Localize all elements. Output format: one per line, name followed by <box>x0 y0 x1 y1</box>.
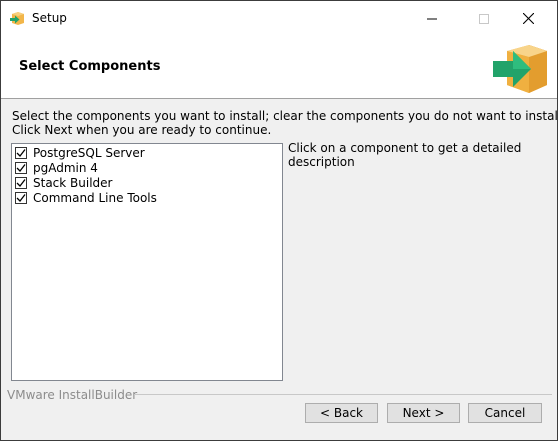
close-button[interactable] <box>505 1 551 36</box>
window-title: Setup <box>32 11 67 25</box>
checkmark-icon <box>16 163 26 172</box>
maximize-button[interactable] <box>461 1 507 36</box>
checkbox-pgadmin-4[interactable] <box>15 161 27 174</box>
component-item-command-line-tools[interactable]: Command Line Tools <box>15 190 157 205</box>
component-item-postgresql-server[interactable]: PostgreSQL Server <box>15 145 145 160</box>
next-button[interactable]: Next > <box>387 403 460 423</box>
close-icon <box>522 13 534 24</box>
checkmark-icon <box>16 148 26 157</box>
checkbox-command-line-tools[interactable] <box>15 191 27 204</box>
component-label: PostgreSQL Server <box>33 145 145 160</box>
page-title: Select Components <box>19 59 161 74</box>
cancel-button[interactable]: Cancel <box>468 403 542 423</box>
title-bar[interactable]: Setup <box>1 1 557 36</box>
component-list[interactable]: PostgreSQL Server pgAdmin 4 Stack Builde… <box>11 143 283 381</box>
footer-divider <box>134 394 552 395</box>
component-label: Stack Builder <box>33 175 113 190</box>
instructions-text: Select the components you want to instal… <box>12 109 558 137</box>
checkbox-postgresql-server[interactable] <box>15 146 27 159</box>
minimize-button[interactable] <box>409 1 455 36</box>
installer-brand: VMware InstallBuilder <box>7 388 138 402</box>
checkmark-icon <box>16 193 26 202</box>
component-item-pgadmin-4[interactable]: pgAdmin 4 <box>15 160 98 175</box>
checkbox-stack-builder[interactable] <box>15 176 27 189</box>
component-item-stack-builder[interactable]: Stack Builder <box>15 175 112 190</box>
setup-box-icon <box>9 10 25 26</box>
component-label: Command Line Tools <box>33 190 157 205</box>
component-description: Click on a component to get a detailed d… <box>288 141 522 169</box>
minimize-icon <box>427 18 437 19</box>
setup-window: Setup Select Components Select the compo… <box>0 0 558 441</box>
checkmark-icon <box>16 178 26 187</box>
component-label: pgAdmin 4 <box>33 160 98 175</box>
page-header: Select Components <box>1 36 557 99</box>
back-button[interactable]: < Back <box>305 403 378 423</box>
setup-box-icon <box>493 41 549 95</box>
instructions-line-2: Click Next when you are ready to continu… <box>12 123 272 137</box>
maximize-icon <box>479 13 489 24</box>
instructions-line-1: Select the components you want to instal… <box>12 109 558 123</box>
